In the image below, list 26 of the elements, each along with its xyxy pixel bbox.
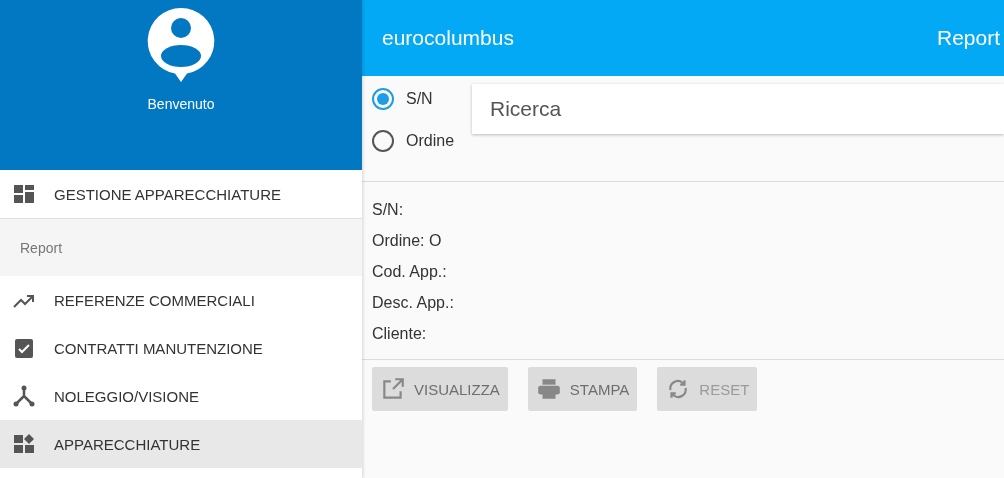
search-field[interactable]: Ricerca xyxy=(472,84,1004,134)
radio-button[interactable] xyxy=(372,130,394,152)
menu-item[interactable]: APPARECCHIATURE xyxy=(0,420,362,468)
action-button[interactable]: STAMPA xyxy=(527,367,638,411)
detail-text: Cliente: xyxy=(372,325,428,343)
radio-button[interactable] xyxy=(372,88,394,110)
section-header: Report xyxy=(20,239,63,256)
detail-text: Ordine: O xyxy=(372,232,443,250)
radio-option[interactable]: S/N xyxy=(372,88,455,110)
clipboard-check-icon xyxy=(12,336,36,360)
menu-item[interactable]: REFERENZE COMMERCIALI xyxy=(0,276,362,324)
external-link-icon xyxy=(380,376,406,402)
menu-item[interactable]: GESTIONE APPARECCHIATURE xyxy=(0,170,362,218)
detail-text: Desc. App.: xyxy=(372,294,455,312)
action-button[interactable]: VISUALIZZA xyxy=(372,367,508,411)
menu-item[interactable]: NOLEGGIO/VISIONE xyxy=(0,372,362,420)
radio-option[interactable]: Ordine xyxy=(372,130,455,152)
menu-item[interactable]: CONTRATTI MANUTENZIONE xyxy=(0,324,362,372)
dashboard-icon xyxy=(12,182,36,206)
widgets-icon xyxy=(12,432,36,456)
welcome-text: Benvenuto xyxy=(147,96,215,112)
network-icon xyxy=(12,384,36,408)
app-title: eurocolumbus xyxy=(382,26,514,50)
detail-text: S/N: xyxy=(372,201,405,219)
detail-text: Cod. App.: xyxy=(372,263,448,281)
printer-icon xyxy=(535,376,562,402)
